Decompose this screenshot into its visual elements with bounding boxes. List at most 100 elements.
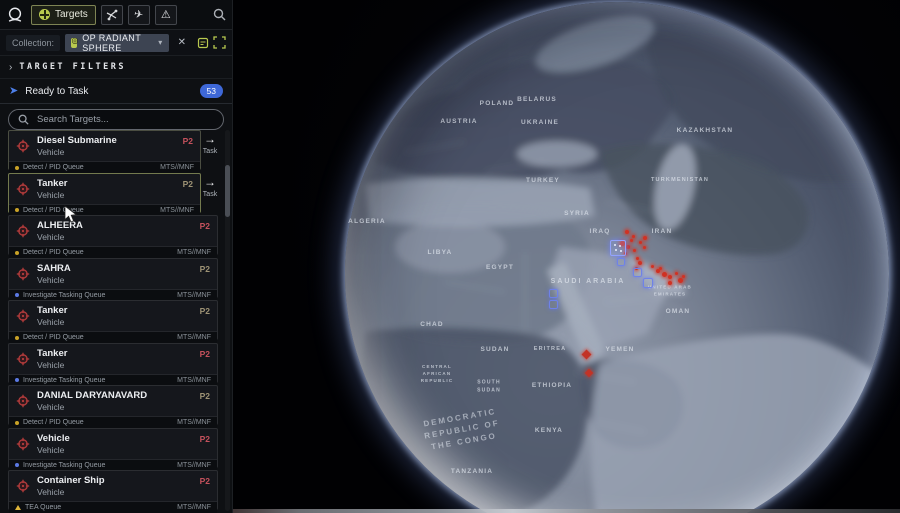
affiliation-label: MTS//MNF (160, 164, 194, 171)
target-name: Container Ship (37, 475, 211, 486)
app-logo-icon[interactable] (6, 6, 24, 24)
target-card-body: TankerVehicleP2 (9, 344, 217, 374)
constellation-view-button[interactable] (101, 5, 123, 25)
map-viewport[interactable]: POLANDBELARUSUKRAINEAUSTRIAKAZAKHSTANTUR… (232, 0, 900, 513)
affiliation-label: MTS//MNF (177, 334, 211, 341)
target-card-footer: Investigate Tasking QueueMTS//MNF (9, 459, 217, 471)
search-icon (18, 114, 29, 125)
alerts-button[interactable]: ⚠ (155, 5, 177, 25)
target-crosshair-icon (16, 224, 30, 238)
target-crosshair-icon (16, 139, 30, 153)
app-root: POLANDBELARUSUKRAINEAUSTRIAKAZAKHSTANTUR… (0, 0, 900, 513)
task-action-button[interactable]: →Task (201, 134, 219, 155)
target-card[interactable]: SAHRAVehicleP2Investigate Tasking QueueM… (8, 258, 218, 298)
target-card[interactable]: Container ShipVehicleP2 TEA QueueMTS//MNF (8, 470, 218, 510)
search-targets-input[interactable] (35, 113, 199, 126)
sidebar-scrollbar-thumb[interactable] (225, 165, 230, 217)
priority-badge: P2 (183, 136, 193, 146)
target-type: Vehicle (37, 445, 211, 455)
collection-dropdown[interactable]: OP RADIANT SPHERE ▾ (65, 34, 169, 52)
send-to-task-icon: ➤ (9, 86, 18, 97)
airplane-icon: ✈ (133, 7, 145, 22)
save-view-icon[interactable] (197, 37, 209, 49)
target-filters-header[interactable]: › TARGET FILTERS (0, 56, 232, 79)
priority-badge: P2 (200, 306, 210, 316)
target-name: Tanker (37, 305, 211, 316)
collection-value: OP RADIANT SPHERE (82, 33, 145, 53)
affiliation-label: MTS//MNF (177, 377, 211, 384)
target-crosshair-icon (16, 267, 30, 281)
target-card[interactable]: TankerVehicleP2 Investigate Tasking Queue… (8, 343, 218, 383)
crosshair-icon (39, 9, 50, 20)
target-card-footer: Investigate Tasking QueueMTS//MNF (9, 289, 217, 301)
target-type: Vehicle (37, 190, 194, 200)
target-name: Tanker (37, 178, 194, 189)
target-list: Diesel SubmarineVehicleP2 Detect / PID Qu… (0, 128, 232, 513)
target-card-body: ALHEERAVehicleP2 (9, 216, 217, 246)
priority-badge: P2 (200, 434, 210, 444)
target-card[interactable]: Diesel SubmarineVehicleP2 Detect / PID Qu… (8, 130, 201, 170)
arrow-right-icon: → (201, 177, 219, 188)
queue-warning-icon (15, 505, 21, 510)
ready-to-task-label: Ready to Task (25, 86, 88, 97)
target-card-footer: Detect / PID Queue MTS//MNF (9, 416, 217, 428)
top-toolbar: Targets ✈ ⚠ (0, 0, 232, 30)
target-type: Vehicle (37, 275, 211, 285)
queue-label: Detect / PID Queue (23, 164, 84, 171)
target-card-body: TankerVehicleP2 (9, 174, 200, 204)
affiliation-label: MTS//MNF (177, 249, 211, 256)
task-action-label: Task (201, 191, 219, 198)
collection-icon (71, 38, 77, 48)
target-card-footer: Detect / PID QueueMTS//MNF (9, 204, 200, 216)
target-type: Vehicle (37, 487, 211, 497)
task-action-button[interactable]: → Task (201, 177, 219, 198)
bottom-scrollbar[interactable] (232, 509, 900, 513)
affiliation-label: MTS//MNF (160, 207, 194, 214)
mouse-cursor (64, 205, 78, 223)
target-name: Tanker (37, 348, 211, 359)
target-type: Vehicle (37, 147, 194, 157)
queue-status-dot (15, 251, 19, 255)
targets-tab-button[interactable]: Targets (31, 5, 96, 25)
target-type: Vehicle (37, 360, 211, 370)
target-card[interactable]: ALHEERAVehicleP2Detect / PID QueueMTS//M… (8, 215, 218, 255)
search-icon[interactable] (213, 8, 226, 21)
target-card[interactable]: VehicleVehicleP2Investigate Tasking Queu… (8, 428, 218, 468)
globe[interactable] (345, 2, 889, 513)
select-area-icon[interactable] (213, 36, 226, 49)
target-card[interactable]: TankerVehicleP2Detect / PID QueueMTS//MN… (8, 173, 201, 213)
queue-label: Detect / PID Queue (23, 419, 84, 426)
task-action-label: Task (201, 148, 219, 155)
priority-badge: P2 (200, 476, 210, 486)
sidebar: Targets ✈ ⚠ Collection: (0, 0, 233, 513)
target-card-body: VehicleVehicleP2 (9, 429, 217, 459)
ready-to-task-filter[interactable]: ➤ Ready to Task 53 (0, 79, 232, 104)
queue-status-dot (15, 166, 19, 170)
aircraft-layer-button[interactable]: ✈ (128, 5, 150, 25)
priority-badge: P2 (183, 179, 193, 189)
target-name: DANIAL DARYANAVARD (37, 390, 211, 401)
affiliation-label: MTS//MNF (177, 419, 211, 426)
target-card-body: TankerVehicleP2 (9, 301, 217, 331)
target-name: SAHRA (37, 263, 211, 274)
clear-collection-icon[interactable]: ✕ (178, 37, 186, 48)
queue-status-dot (15, 208, 19, 212)
target-card[interactable]: DANIAL DARYANAVARDVehicleP2Detect / PID … (8, 385, 218, 425)
queue-label: Investigate Tasking Queue (23, 377, 105, 384)
target-card-body: SAHRAVehicleP2 (9, 259, 217, 289)
priority-badge: P2 (200, 221, 210, 231)
target-card-footer: TEA QueueMTS//MNF (9, 501, 217, 513)
globe-landmass-art (345, 2, 889, 513)
target-crosshair-icon (16, 479, 30, 493)
queue-status-dot (15, 378, 19, 382)
target-card-footer: Detect / PID QueueMTS//MNF (9, 331, 217, 343)
priority-badge: P2 (200, 349, 210, 359)
target-crosshair-icon (16, 352, 30, 366)
search-targets-field[interactable] (8, 109, 224, 130)
target-crosshair-icon (16, 182, 30, 196)
priority-badge: P2 (200, 391, 210, 401)
target-card-body: Diesel SubmarineVehicleP2 (9, 131, 200, 161)
queue-label: Investigate Tasking Queue (23, 292, 105, 299)
target-name: Vehicle (37, 433, 211, 444)
target-card[interactable]: TankerVehicleP2Detect / PID QueueMTS//MN… (8, 300, 218, 340)
